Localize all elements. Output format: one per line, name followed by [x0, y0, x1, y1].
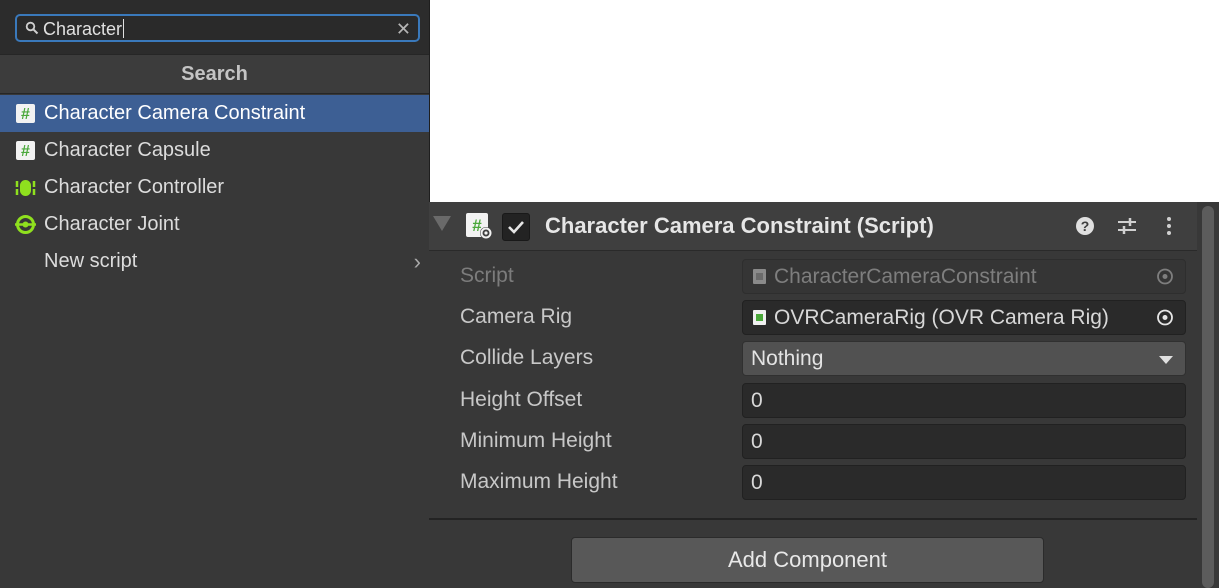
property-row-minimum-height: Minimum Height 0 — [429, 423, 1197, 459]
svg-text:?: ? — [1081, 218, 1090, 234]
result-item-character-joint[interactable]: Character Joint — [0, 206, 429, 243]
search-input-text: Character — [43, 19, 125, 39]
clear-search-icon[interactable]: ✕ — [396, 19, 411, 39]
property-row-camera-rig: Camera Rig OVRCameraRig (OVR Camera Rig) — [429, 299, 1197, 335]
search-bar: Character ✕ — [0, 0, 429, 54]
result-label: Character Capsule — [44, 139, 211, 161]
search-results-header: Search — [0, 54, 429, 94]
add-component-search-panel: Character ✕ Search # Character Camera Co… — [0, 0, 430, 588]
property-label: Collide Layers — [460, 346, 594, 369]
foldout-arrow-icon[interactable] — [433, 216, 451, 231]
character-controller-icon — [15, 180, 36, 196]
field-value: CharacterCameraConstraint — [774, 265, 1037, 288]
result-label: Character Joint — [44, 213, 180, 235]
collide-layers-dropdown[interactable]: Nothing — [742, 341, 1186, 376]
search-results-list: # Character Camera Constraint # Characte… — [0, 95, 429, 280]
property-row-height-offset: Height Offset 0 — [429, 382, 1197, 418]
component-header[interactable]: # Character Camera Constraint (Script) ? — [429, 202, 1197, 251]
property-label: Script — [460, 264, 514, 287]
height-offset-input[interactable]: 0 — [742, 383, 1186, 418]
script-icon: # — [16, 141, 35, 160]
inspector-scrollbar[interactable] — [1199, 202, 1219, 588]
result-item-new-script[interactable]: New script › — [0, 243, 429, 280]
script-icon: # — [16, 104, 35, 123]
field-value: 0 — [751, 471, 763, 494]
inspector-panel: # Character Camera Constraint (Script) ? — [429, 202, 1219, 588]
more-options-icon[interactable] — [1158, 215, 1180, 237]
property-label: Camera Rig — [460, 305, 573, 328]
result-label: New script — [44, 250, 138, 272]
property-row-maximum-height: Maximum Height 0 — [429, 464, 1197, 500]
character-joint-icon — [15, 215, 36, 234]
result-item-character-camera-constraint[interactable]: # Character Camera Constraint — [0, 95, 429, 132]
svg-text:#: # — [21, 106, 30, 123]
property-label: Maximum Height — [460, 470, 618, 493]
add-component-button[interactable]: Add Component — [571, 537, 1044, 583]
property-row-collide-layers: Collide Layers Nothing — [429, 340, 1197, 376]
maximum-height-input[interactable]: 0 — [742, 465, 1186, 500]
scrollbar-thumb[interactable] — [1202, 206, 1214, 588]
component-title: Character Camera Constraint (Script) — [545, 213, 934, 238]
minimum-height-input[interactable]: 0 — [742, 424, 1186, 459]
camera-rig-object-field[interactable]: OVRCameraRig (OVR Camera Rig) — [742, 300, 1186, 335]
chevron-right-icon: › — [413, 249, 421, 274]
result-item-character-capsule[interactable]: # Character Capsule — [0, 132, 429, 169]
help-icon[interactable]: ? — [1074, 215, 1096, 237]
result-label: Character Controller — [44, 176, 225, 198]
dropdown-arrow-icon — [1159, 356, 1173, 364]
property-row-script: Script CharacterCameraConstraint — [429, 258, 1197, 294]
property-label: Minimum Height — [460, 429, 612, 452]
field-value: 0 — [751, 389, 763, 412]
script-file-icon — [753, 310, 766, 325]
script-file-icon — [753, 269, 766, 284]
checkmark-icon — [508, 221, 524, 234]
property-label: Height Offset — [460, 388, 583, 411]
object-picker-icon — [1157, 268, 1173, 285]
svg-text:#: # — [21, 143, 30, 160]
script-component-icon: # — [466, 213, 492, 239]
search-icon — [25, 21, 39, 35]
field-value: Nothing — [751, 347, 824, 370]
script-object-field: CharacterCameraConstraint — [742, 259, 1186, 294]
field-value: 0 — [751, 430, 763, 453]
enabled-checkbox[interactable] — [502, 213, 530, 241]
result-item-character-controller[interactable]: Character Controller — [0, 169, 429, 206]
search-input[interactable]: Character ✕ — [15, 14, 420, 42]
object-picker-icon[interactable] — [1150, 301, 1180, 334]
text-caret — [123, 19, 125, 38]
field-value: OVRCameraRig (OVR Camera Rig) — [774, 306, 1109, 329]
presets-icon[interactable] — [1116, 215, 1138, 237]
result-label: Character Camera Constraint — [44, 102, 306, 124]
divider — [429, 518, 1197, 520]
